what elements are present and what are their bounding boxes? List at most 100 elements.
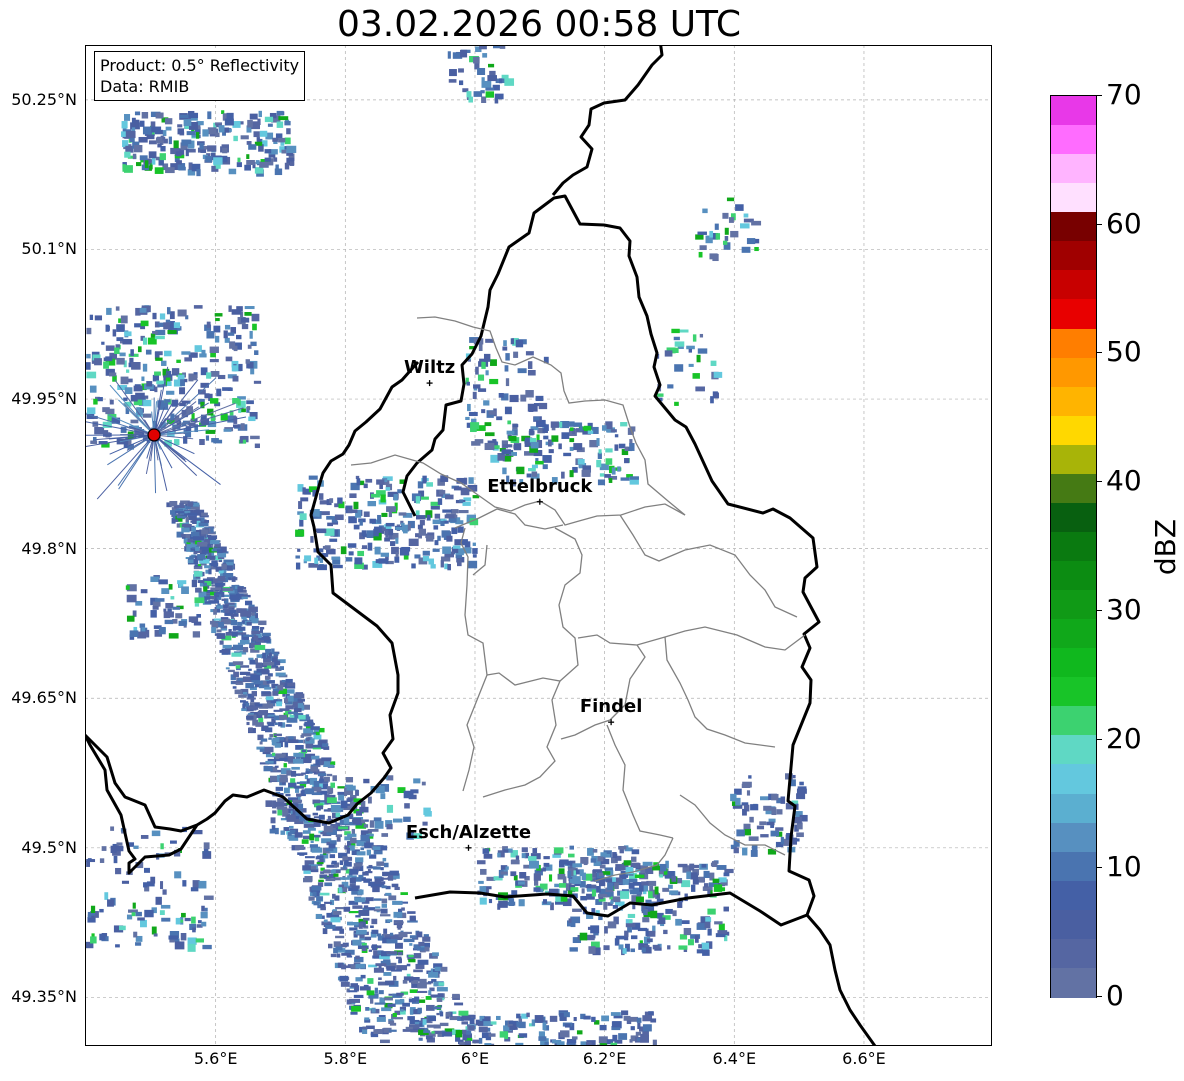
colorbar-segment xyxy=(1051,909,1096,940)
radar-echo xyxy=(94,315,103,321)
radar-echo xyxy=(224,324,231,330)
radar-echo xyxy=(181,351,191,355)
radar-echo xyxy=(694,935,699,943)
radar-echo xyxy=(548,439,552,447)
radar-echo xyxy=(281,679,286,683)
radar-echo xyxy=(395,537,399,544)
radar-echo xyxy=(497,903,501,910)
radar-echo xyxy=(630,1026,635,1031)
radar-echo xyxy=(258,710,269,716)
radar-echo xyxy=(316,862,324,865)
radar-echo xyxy=(205,435,210,441)
radar-echo xyxy=(515,1042,524,1046)
radar-echo xyxy=(393,911,403,918)
radar-echo xyxy=(367,542,373,551)
radar-echo xyxy=(525,351,534,356)
radar-echo xyxy=(187,937,197,945)
radar-echo xyxy=(200,149,207,153)
radar-echo xyxy=(223,330,228,339)
radar-echo xyxy=(219,640,224,645)
radar-echo xyxy=(702,208,708,214)
radar-echo xyxy=(482,848,490,854)
radar-echo xyxy=(281,149,287,154)
radar-echo xyxy=(484,1043,492,1046)
radar-echo xyxy=(369,518,376,524)
radar-echo xyxy=(109,399,114,405)
radar-echo xyxy=(481,77,485,82)
radar-echo xyxy=(260,738,268,742)
radar-echo xyxy=(567,870,572,879)
radar-echo xyxy=(242,703,246,709)
radar-echo xyxy=(89,314,94,320)
radar-echo xyxy=(222,588,234,592)
radar-echo xyxy=(164,350,172,357)
radar-echo xyxy=(413,778,421,784)
radar-echo xyxy=(320,511,330,516)
radar-echo xyxy=(221,563,227,570)
radar-echo xyxy=(667,384,674,389)
radar-echo xyxy=(133,845,139,849)
radar-echo xyxy=(165,126,172,131)
radar-echo xyxy=(612,877,616,882)
radar-map[interactable]: Wiltz Ettelbruck Findel Esch/Alzette Produc… xyxy=(85,45,992,1046)
radar-echo xyxy=(302,835,310,840)
radar-echo xyxy=(275,164,279,173)
radar-echo xyxy=(419,1022,423,1027)
radar-echo xyxy=(324,545,331,550)
radar-echo xyxy=(485,370,489,376)
radar-echo xyxy=(370,493,380,498)
radar-echo xyxy=(227,332,235,336)
radar-echo xyxy=(205,156,213,163)
radar-echo xyxy=(397,951,403,956)
radar-echo xyxy=(390,541,396,547)
radar-echo xyxy=(327,808,332,812)
radar-echo xyxy=(87,858,92,862)
radar-echo xyxy=(466,91,472,98)
radar-echo xyxy=(257,118,261,125)
radar-echo xyxy=(245,359,250,364)
colorbar-segment xyxy=(1051,590,1096,620)
radar-echo xyxy=(206,372,212,379)
radar-echo xyxy=(305,771,310,774)
radar-echo xyxy=(383,862,389,868)
radar-echo xyxy=(358,910,370,916)
radar-echo xyxy=(246,400,254,405)
radar-echo xyxy=(459,499,464,503)
radar-echo xyxy=(519,872,527,879)
radar-echo xyxy=(99,933,106,941)
colorbar-segment xyxy=(1051,706,1096,736)
radar-echo xyxy=(272,752,276,756)
radar-echo xyxy=(251,313,260,322)
radar-echo xyxy=(141,111,149,119)
radar-echo xyxy=(552,854,561,858)
radar-echo xyxy=(542,867,547,871)
colorbar-segment xyxy=(1051,154,1096,184)
radar-echo xyxy=(710,396,714,404)
radar-echo xyxy=(592,869,603,873)
radar-echo xyxy=(485,87,494,91)
radar-echo xyxy=(400,892,408,896)
radar-echo xyxy=(225,667,230,670)
radar-echo xyxy=(225,356,233,362)
radar-echo xyxy=(181,527,190,533)
radar-echo xyxy=(583,1015,591,1020)
colorbar xyxy=(1050,95,1097,998)
radar-echo xyxy=(160,145,166,152)
radar-echo xyxy=(239,671,251,675)
radar-echo xyxy=(468,96,473,103)
radar-echo xyxy=(177,580,187,585)
radar-echo xyxy=(201,349,206,355)
radar-echo xyxy=(415,515,426,520)
radar-echo xyxy=(239,436,243,444)
radar-echo xyxy=(94,358,102,366)
radar-echo xyxy=(637,927,648,932)
radar-echo xyxy=(405,1026,413,1030)
radar-echo xyxy=(548,449,554,454)
radar-echo xyxy=(220,609,225,613)
colorbar-segment xyxy=(1051,386,1096,417)
radar-echo xyxy=(385,530,389,538)
radar-echo xyxy=(273,157,278,162)
radar-echo xyxy=(439,1011,444,1017)
radar-echo xyxy=(178,166,186,171)
radar-echo xyxy=(365,478,373,483)
